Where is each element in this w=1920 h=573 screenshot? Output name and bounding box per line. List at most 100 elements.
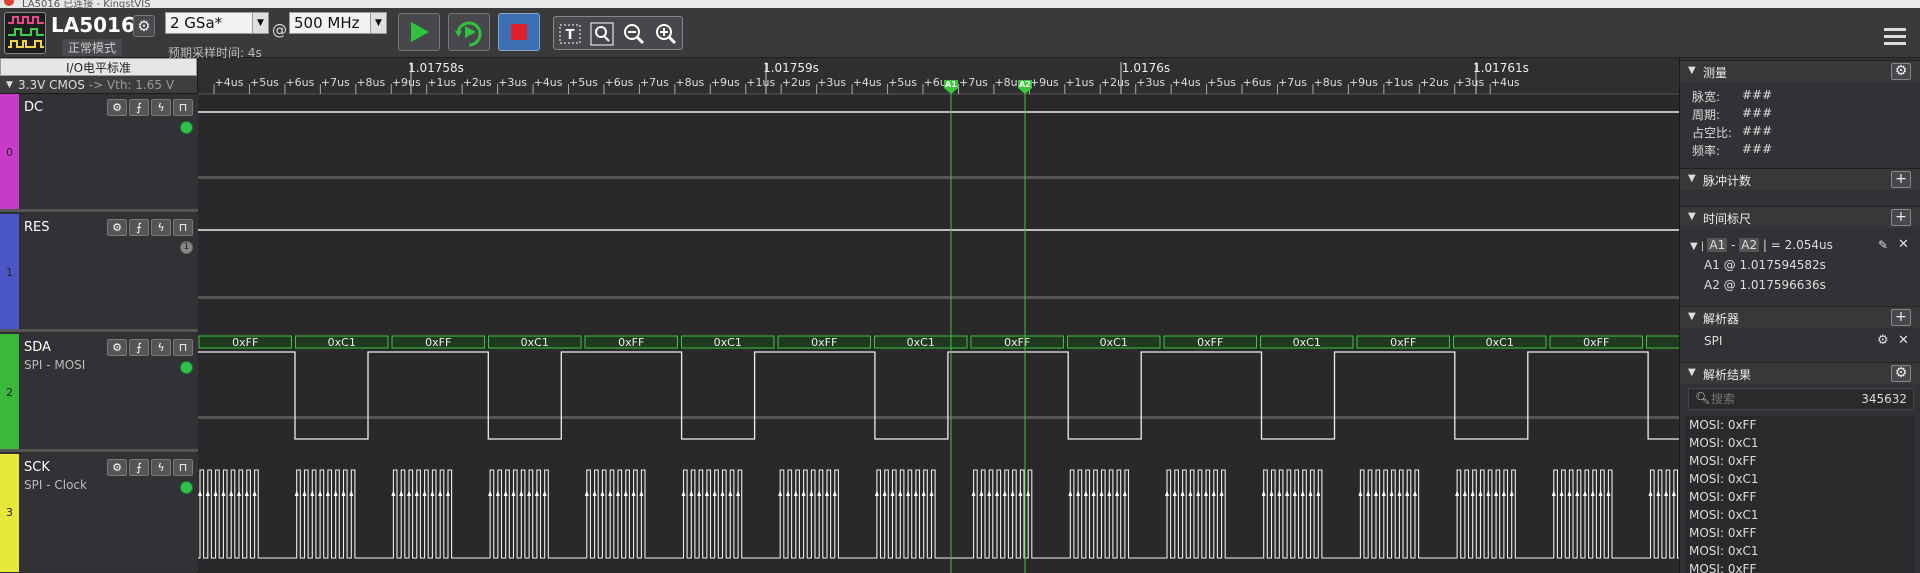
list-item[interactable]: MOSI: 0xFF xyxy=(1686,452,1914,470)
ruler-tick-label: +4us xyxy=(1172,76,1201,89)
list-item[interactable]: MOSI: 0xC1 xyxy=(1686,470,1914,488)
list-item[interactable]: MOSI: 0xC1 xyxy=(1686,542,1914,560)
gear-icon[interactable]: ⚙ xyxy=(1877,333,1889,348)
clock-edge-arrow xyxy=(1122,490,1127,496)
rising-edge-icon[interactable]: ⨍ xyxy=(129,99,149,116)
pulse-icon[interactable]: ⊓ xyxy=(173,99,193,116)
decode-byte-label: 0xC1 xyxy=(1293,336,1321,349)
sample-rate-select[interactable]: 500 MHz ▼ xyxy=(289,12,387,34)
falling-edge-icon[interactable]: ϟ xyxy=(151,339,171,356)
clock-edge-arrow xyxy=(503,490,508,496)
clock-edge-arrow xyxy=(929,490,934,496)
channel-number: 1 xyxy=(6,266,13,279)
time-marker-section-header[interactable]: ▼ 时间标尺 + xyxy=(1680,206,1920,228)
list-item[interactable]: MOSI: 0xFF xyxy=(1686,524,1914,542)
rising-edge-icon[interactable]: ⨍ xyxy=(129,459,149,476)
list-item[interactable]: MOSI: 0xFF xyxy=(1686,416,1914,434)
clock-edge-arrow xyxy=(1397,490,1402,496)
device-name: LA5016 xyxy=(51,13,135,37)
clock-edge-arrow xyxy=(681,490,686,496)
clock-edge-arrow xyxy=(1083,490,1088,496)
channel-row-0: 0 DC ⚙ ⨍ ϟ ⊓ xyxy=(0,94,198,212)
analyzer-section-header[interactable]: ▼ 解析器 + xyxy=(1680,306,1920,328)
right-panel: ▼ 测量 ⚙ 脉宽: ### 周期: ### 占空比: ### 频率: ### … xyxy=(1679,58,1920,573)
waveform-view[interactable]: +4us +5us +6us +7us +8us +9us +1us +2us +3us +4us… xyxy=(198,58,1679,573)
chevron-down-icon[interactable]: ▼ xyxy=(370,13,386,33)
list-item[interactable]: MOSI: 0xC1 xyxy=(1686,506,1914,524)
channel-name[interactable]: SCK xyxy=(24,460,50,475)
close-icon[interactable]: ✕ xyxy=(1898,237,1909,252)
decode-byte-label: 0xC1 xyxy=(714,336,742,349)
clock-edge-arrow xyxy=(608,490,613,496)
gear-icon[interactable]: ⚙ xyxy=(107,339,127,356)
clock-edge-arrow xyxy=(825,490,829,496)
analyzer-item-spi[interactable]: SPI xyxy=(1704,334,1722,348)
at-symbol: @ xyxy=(272,21,287,39)
time-marker-title: 时间标尺 xyxy=(1703,212,1752,226)
zoom-fit-icon[interactable] xyxy=(590,22,614,46)
clock-edge-arrow xyxy=(511,490,516,496)
start-button[interactable] xyxy=(398,13,440,51)
triangle-down-icon: ▼ xyxy=(1688,173,1696,184)
zoom-in-icon[interactable] xyxy=(654,22,678,46)
pulse-count-section-header[interactable]: ▼ 脉冲计数 + xyxy=(1680,168,1920,190)
list-item[interactable]: MOSI: 0xFF xyxy=(1686,560,1914,573)
add-icon[interactable]: + xyxy=(1891,309,1911,326)
io-standard-select[interactable]: ▼ 3.3V CMOS -> Vth: 1.65 V xyxy=(0,76,197,94)
results-section-header[interactable]: ▼ 解析结果 ⚙ xyxy=(1680,362,1920,384)
results-search-box[interactable]: 🔍︎ 345632 xyxy=(1688,388,1914,410)
ruler-tick-label: +3us xyxy=(1455,76,1484,89)
channel-name[interactable]: RES xyxy=(24,220,50,235)
stop-button[interactable] xyxy=(498,13,540,51)
hamburger-menu-icon[interactable] xyxy=(1884,28,1906,46)
channel-name[interactable]: DC xyxy=(24,100,43,115)
clock-edge-arrow xyxy=(712,490,717,496)
gear-icon[interactable]: ⚙ xyxy=(107,99,127,116)
time-marker-diff-row[interactable]: ▼ | A1 - A2 | = 2.054us xyxy=(1690,238,1833,252)
ruler-tick-label: +4us xyxy=(534,76,563,89)
pin-icon[interactable]: ✎ xyxy=(1878,238,1888,252)
waveform-canvas[interactable]: +4us +5us +6us +7us +8us +9us +1us +2us +3us +4us… xyxy=(198,58,1679,573)
clock-edge-arrow xyxy=(407,490,411,496)
ruler-major-label: 1.01758s xyxy=(408,61,464,75)
falling-edge-icon[interactable]: ϟ xyxy=(151,99,171,116)
clock-edge-arrow xyxy=(1068,490,1073,496)
measure-section-header[interactable]: ▼ 测量 ⚙ xyxy=(1680,60,1920,82)
channel-name[interactable]: SDA xyxy=(24,340,51,355)
zoom-out-icon[interactable] xyxy=(622,22,646,46)
results-list[interactable]: MOSI: 0xFF MOSI: 0xC1 MOSI: 0xFF MOSI: 0xC1… xyxy=(1686,416,1914,573)
decode-byte-label: 0xFF xyxy=(1583,336,1609,349)
gear-icon[interactable]: ⚙ xyxy=(107,219,127,236)
clock-edge-arrow xyxy=(1292,490,1297,496)
ruler-major-label: 1.0176s xyxy=(1122,61,1170,75)
pulse-icon[interactable]: ⊓ xyxy=(173,459,193,476)
falling-edge-icon[interactable]: ϟ xyxy=(151,459,171,476)
rising-edge-icon[interactable]: ⨍ xyxy=(129,219,149,236)
loop-start-button[interactable] xyxy=(448,13,490,51)
falling-edge-icon[interactable]: ϟ xyxy=(151,219,171,236)
gear-icon[interactable]: ⚙ xyxy=(107,459,127,476)
pulse-icon[interactable]: ⊓ xyxy=(173,219,193,236)
chevron-down-icon[interactable]: ▼ xyxy=(252,13,268,33)
device-logo-icon[interactable] xyxy=(4,12,46,54)
view-tools: T xyxy=(553,16,683,50)
decode-byte-label: 0xFF xyxy=(1390,336,1416,349)
ruler-tick-label: +8us xyxy=(1313,76,1342,89)
rising-edge-icon[interactable]: ⨍ xyxy=(129,339,149,356)
list-item[interactable]: MOSI: 0xFF xyxy=(1686,488,1914,506)
text-cursor-icon[interactable]: T xyxy=(558,22,582,46)
add-icon[interactable]: + xyxy=(1891,209,1911,226)
device-settings-icon[interactable]: ⚙ xyxy=(133,15,155,37)
results-search-input[interactable] xyxy=(1711,391,1831,407)
gear-icon[interactable]: ⚙ xyxy=(1891,63,1911,80)
close-icon[interactable]: ✕ xyxy=(1898,333,1909,348)
sample-depth-select[interactable]: 2 GSa* ▼ xyxy=(165,12,269,34)
gear-icon[interactable]: ⚙ xyxy=(1891,365,1911,382)
list-item[interactable]: MOSI: 0xC1 xyxy=(1686,434,1914,452)
measure-title: 测量 xyxy=(1703,66,1728,80)
add-icon[interactable]: + xyxy=(1891,171,1911,188)
ruler-tick-label: +2us xyxy=(782,76,811,89)
pulse-icon[interactable]: ⊓ xyxy=(173,339,193,356)
ruler-tick-label: +3us xyxy=(1136,76,1165,89)
clock-edge-arrow xyxy=(1509,490,1514,496)
